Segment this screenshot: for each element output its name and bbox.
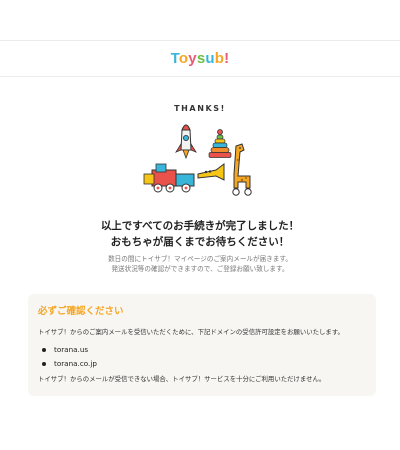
notice-text: トイサブ！からのご案内メールを受信いただくために、下記ドメインの受信許可設定をお… <box>38 328 344 336</box>
logo-letter: y <box>188 50 197 67</box>
completion-message: 以上ですべてのお手続きが完了しました！ おもちゃが届くまでお待ちください！ <box>0 218 400 250</box>
ring-stacker-icon <box>208 129 232 158</box>
bullet-icon <box>42 362 46 366</box>
toysub-logo[interactable]: Toysub! <box>171 50 230 67</box>
domain-list: torana.us torana.co.jp <box>38 343 366 371</box>
subtext-line: 発送状況等の確認ができますので、ご登録お願い致します。 <box>111 265 289 273</box>
domain-label: torana.co.jp <box>54 359 97 368</box>
logo-letter: ! <box>224 50 230 67</box>
logo-letter: o <box>178 50 189 67</box>
completion-subtext: 数日の間にトイサブ！マイページのご案内メールが届きます。 発送状況等の確認ができ… <box>0 254 400 274</box>
site-header: Toysub! <box>0 41 400 77</box>
giraffe-icon <box>232 143 252 196</box>
notice-box: 必ずご確認ください トイサブ！からのご案内メールを受信いただくために、下記ドメイ… <box>28 294 376 396</box>
domain-label: torana.us <box>54 345 89 354</box>
domain-item: torana.co.jp <box>38 357 366 371</box>
completion-title-line: おもちゃが届くまでお待ちください！ <box>110 236 290 248</box>
completion-title-line: 以上ですべてのお手続きが完了しました！ <box>100 220 300 232</box>
notice-title: 必ずご確認ください <box>38 306 124 317</box>
subtext-line: 数日の間にトイサブ！マイページのご案内メールが届きます。 <box>108 255 292 263</box>
notice-footer: トイサブ！からのメールが受信できない場合、トイサブ！サービスを十分にご利用いただ… <box>38 375 326 383</box>
logo-letter: u <box>205 50 215 67</box>
bullet-icon <box>42 348 46 352</box>
logo-letter: b <box>214 50 225 67</box>
thanks-illustration: THANKS! <box>136 104 264 208</box>
toys-illustration <box>143 124 252 196</box>
trumpet-icon <box>197 163 225 181</box>
domain-item: torana.us <box>38 343 366 357</box>
rocket-icon <box>175 124 197 160</box>
logo-letter: T <box>170 50 179 67</box>
train-icon <box>143 163 195 193</box>
